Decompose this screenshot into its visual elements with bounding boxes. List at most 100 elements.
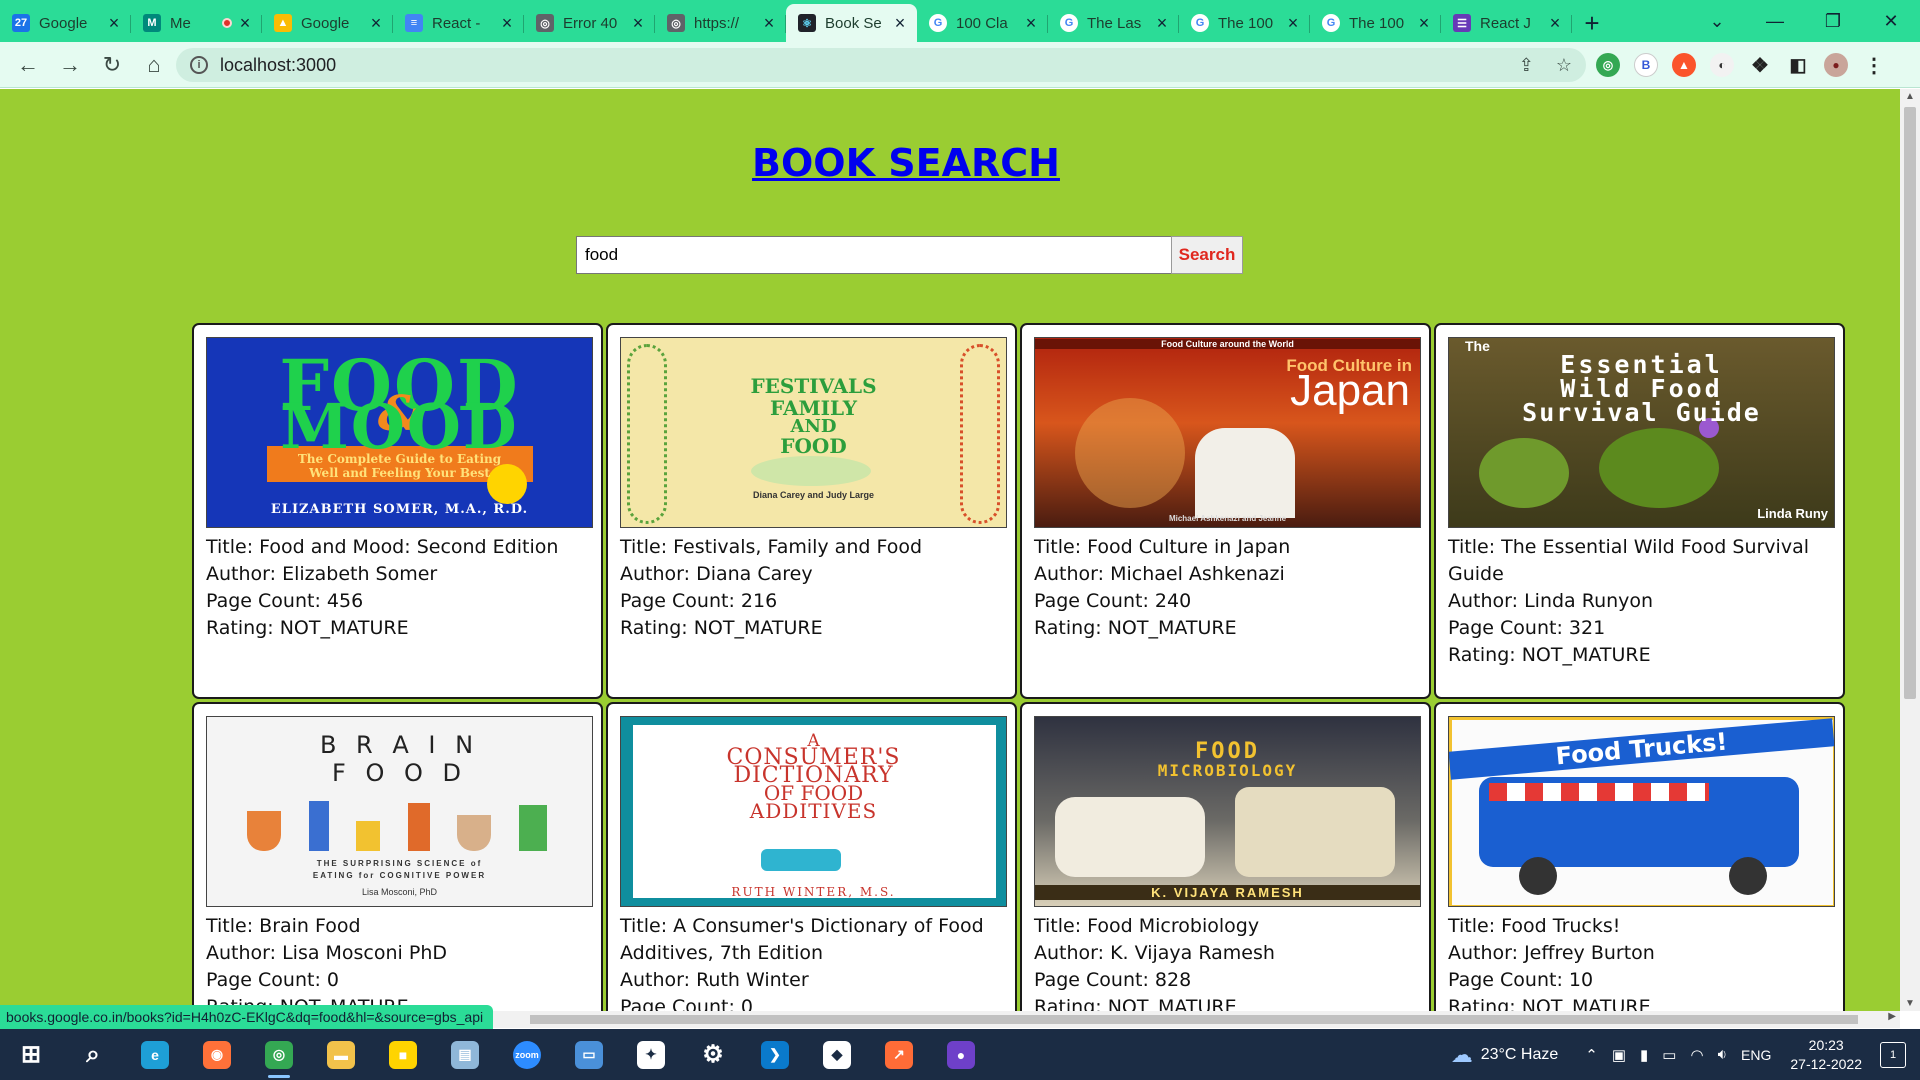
browser-tab[interactable]: G The 100 ×	[1179, 4, 1310, 42]
new-tab-button[interactable]: +	[1572, 4, 1612, 42]
browser-tab[interactable]: M Me ×	[131, 4, 262, 42]
taskbar-item[interactable]: ◎	[248, 1029, 310, 1080]
tab-close-icon[interactable]: ×	[629, 13, 647, 33]
minimize-icon[interactable]: —	[1746, 11, 1804, 32]
horizontal-scroll-thumb[interactable]	[530, 1015, 1858, 1024]
page-title[interactable]: BOOK SEARCH	[752, 141, 1060, 185]
tab-close-icon[interactable]: ×	[498, 13, 516, 33]
taskbar-item[interactable]: ◉	[186, 1029, 248, 1080]
edge-icon: e	[141, 1040, 169, 1069]
browser-tab[interactable]: G The 100 ×	[1310, 4, 1441, 42]
tab-close-icon[interactable]: ×	[1546, 13, 1564, 33]
vertical-scrollbar[interactable]: ▲ ▼	[1900, 89, 1920, 1011]
book-cover-image[interactable]: Food Trucks!	[1448, 716, 1835, 907]
tab-close-icon[interactable]: ×	[1284, 13, 1302, 33]
close-window-icon[interactable]: ✕	[1862, 11, 1920, 32]
battery-icon[interactable]: ▭	[1662, 1046, 1676, 1064]
taskbar-item[interactable]: ●	[930, 1029, 992, 1080]
side-panel-icon[interactable]: ◧	[1786, 53, 1810, 77]
book-title: Title: A Consumer's Dictionary of Food A…	[620, 915, 984, 964]
chrome-sync-extension-icon[interactable]: ◎	[1596, 53, 1620, 77]
taskbar-item[interactable]: ▭	[558, 1029, 620, 1080]
tray-chevron-icon[interactable]: ⌃	[1585, 1046, 1598, 1064]
cover-leaves	[1479, 438, 1569, 508]
book-card[interactable]: B R A I NF O O D THE SURPRISING SCIENCE o…	[192, 702, 603, 1011]
book-cover-image[interactable]: FESTIVALS FAMILY AND FOOD Diana Carey and Ju…	[620, 337, 1007, 528]
brave-extension-icon[interactable]: ▲	[1672, 53, 1696, 77]
book-cover-image[interactable]: FOOD & MOOD The Complete Guide to Eating Wel…	[206, 337, 593, 528]
language-indicator[interactable]: ENG	[1741, 1047, 1771, 1063]
browser-tab[interactable]: ☰ React J ×	[1441, 4, 1572, 42]
browser-tab[interactable]: ⚛ Book Se ×	[786, 4, 917, 42]
scroll-down-arrow-icon[interactable]: ▼	[1900, 998, 1920, 1009]
site-info-icon[interactable]: i	[190, 56, 208, 74]
notification-center-icon[interactable]: 1	[1880, 1041, 1906, 1068]
taskbar-item[interactable]: ❯	[744, 1029, 806, 1080]
book-cover-image[interactable]: FOOD MICROBIOLOGY K. VIJAYA RAMESH	[1034, 716, 1421, 907]
taskbar-apps: ⊞ ⌕ e ◉ ◎ ▬ ■ ▤ zoom ▭ ✦ ⚙ ❯ ◆ ↗ ●	[0, 1029, 992, 1080]
profile-avatar[interactable]: ●	[1824, 53, 1848, 77]
tab-close-icon[interactable]: ×	[1153, 13, 1171, 33]
browser-tab[interactable]: ◎ https:// ×	[655, 4, 786, 42]
taskbar-item[interactable]: ⌕	[62, 1029, 124, 1080]
reload-icon[interactable]: ↻	[92, 45, 132, 85]
search-input[interactable]	[576, 236, 1172, 274]
taskbar-item[interactable]: ■	[372, 1029, 434, 1080]
search-button[interactable]: Search	[1171, 236, 1243, 274]
browser-tab[interactable]: ▲ Google ×	[262, 4, 393, 42]
book-card[interactable]: Food Trucks! Title: Food Trucks! Author: J…	[1434, 702, 1845, 1011]
vertical-scroll-thumb[interactable]	[1904, 107, 1916, 699]
browser-tab[interactable]: G 100 Cla ×	[917, 4, 1048, 42]
address-bar[interactable]: i localhost:3000 ⇪ ☆	[176, 48, 1586, 82]
taskbar-item[interactable]: zoom	[496, 1029, 558, 1080]
browser-tab[interactable]: G The Las ×	[1048, 4, 1179, 42]
forward-icon[interactable]: →	[50, 45, 90, 85]
volume-icon[interactable]: 🔉︎	[1718, 1046, 1727, 1063]
taskbar-item[interactable]: ↗	[868, 1029, 930, 1080]
book-card[interactable]: FOOD & MOOD The Complete Guide to Eating Wel…	[192, 323, 603, 699]
b-extension-icon[interactable]: B	[1634, 53, 1658, 77]
taskbar-item[interactable]: ⚙	[682, 1029, 744, 1080]
weather-widget[interactable]: ☁ 23°C Haze	[1451, 1042, 1559, 1068]
book-cover-image[interactable]: The Essential Wild Food Survival Guide Linda…	[1448, 337, 1835, 528]
clock[interactable]: 20:23 27-12-2022	[1790, 1036, 1862, 1074]
restore-icon[interactable]: ❐	[1804, 11, 1862, 32]
tab-close-icon[interactable]: ×	[367, 13, 385, 33]
tab-close-icon[interactable]: ×	[891, 13, 909, 33]
book-cover-image[interactable]: A CONSUMER'S DICTIONARY OF FOOD ADDITIVES RUT…	[620, 716, 1007, 907]
panda-extension-icon[interactable]: ◐	[1710, 53, 1734, 77]
taskbar-item[interactable]: ⊞	[0, 1029, 62, 1080]
browser-tab[interactable]: ≡ React - ×	[393, 4, 524, 42]
tab-close-icon[interactable]: ×	[1022, 13, 1040, 33]
taskbar-item[interactable]: ◆	[806, 1029, 868, 1080]
tab-search-chevron-icon[interactable]: ⌄	[1688, 11, 1746, 32]
browser-tab[interactable]: ◎ Error 40 ×	[524, 4, 655, 42]
tab-close-icon[interactable]: ×	[105, 13, 123, 33]
book-card[interactable]: The Essential Wild Food Survival Guide Linda…	[1434, 323, 1845, 699]
browser-menu-icon[interactable]: ⋮	[1862, 53, 1886, 77]
bookmark-star-icon[interactable]: ☆	[1556, 55, 1572, 76]
microphone-icon[interactable]: ▮	[1640, 1046, 1648, 1064]
scroll-right-arrow-icon[interactable]: ▶	[1888, 1011, 1896, 1022]
scroll-up-arrow-icon[interactable]: ▲	[1900, 91, 1920, 102]
tab-close-icon[interactable]: ×	[236, 13, 254, 33]
book-card[interactable]: A CONSUMER'S DICTIONARY OF FOOD ADDITIVES RUT…	[606, 702, 1017, 1011]
tab-close-icon[interactable]: ×	[760, 13, 778, 33]
tab-close-icon[interactable]: ×	[1415, 13, 1433, 33]
taskbar-item[interactable]: ✦	[620, 1029, 682, 1080]
book-cover-image[interactable]: B R A I NF O O D THE SURPRISING SCIENCE o…	[206, 716, 593, 907]
taskbar-item[interactable]: ▤	[434, 1029, 496, 1080]
browser-tab[interactable]: 27 Google ×	[0, 4, 131, 42]
home-icon[interactable]: ⌂	[134, 45, 174, 85]
book-cover-image[interactable]: Food Culture around the World Food Cultur…	[1034, 337, 1421, 528]
back-icon[interactable]: ←	[8, 45, 48, 85]
camera-icon[interactable]: ▣	[1612, 1046, 1626, 1064]
extensions-puzzle-icon[interactable]: ❖	[1748, 53, 1772, 77]
share-icon[interactable]: ⇪	[1519, 55, 1534, 76]
book-card[interactable]: FESTIVALS FAMILY AND FOOD Diana Carey and Ju…	[606, 323, 1017, 699]
wifi-icon[interactable]: ◠	[1690, 1046, 1703, 1064]
book-card[interactable]: Food Culture around the World Food Cultur…	[1020, 323, 1431, 699]
taskbar-item[interactable]: ▬	[310, 1029, 372, 1080]
taskbar-item[interactable]: e	[124, 1029, 186, 1080]
book-card[interactable]: FOOD MICROBIOLOGY K. VIJAYA RAMESH Title: F…	[1020, 702, 1431, 1011]
